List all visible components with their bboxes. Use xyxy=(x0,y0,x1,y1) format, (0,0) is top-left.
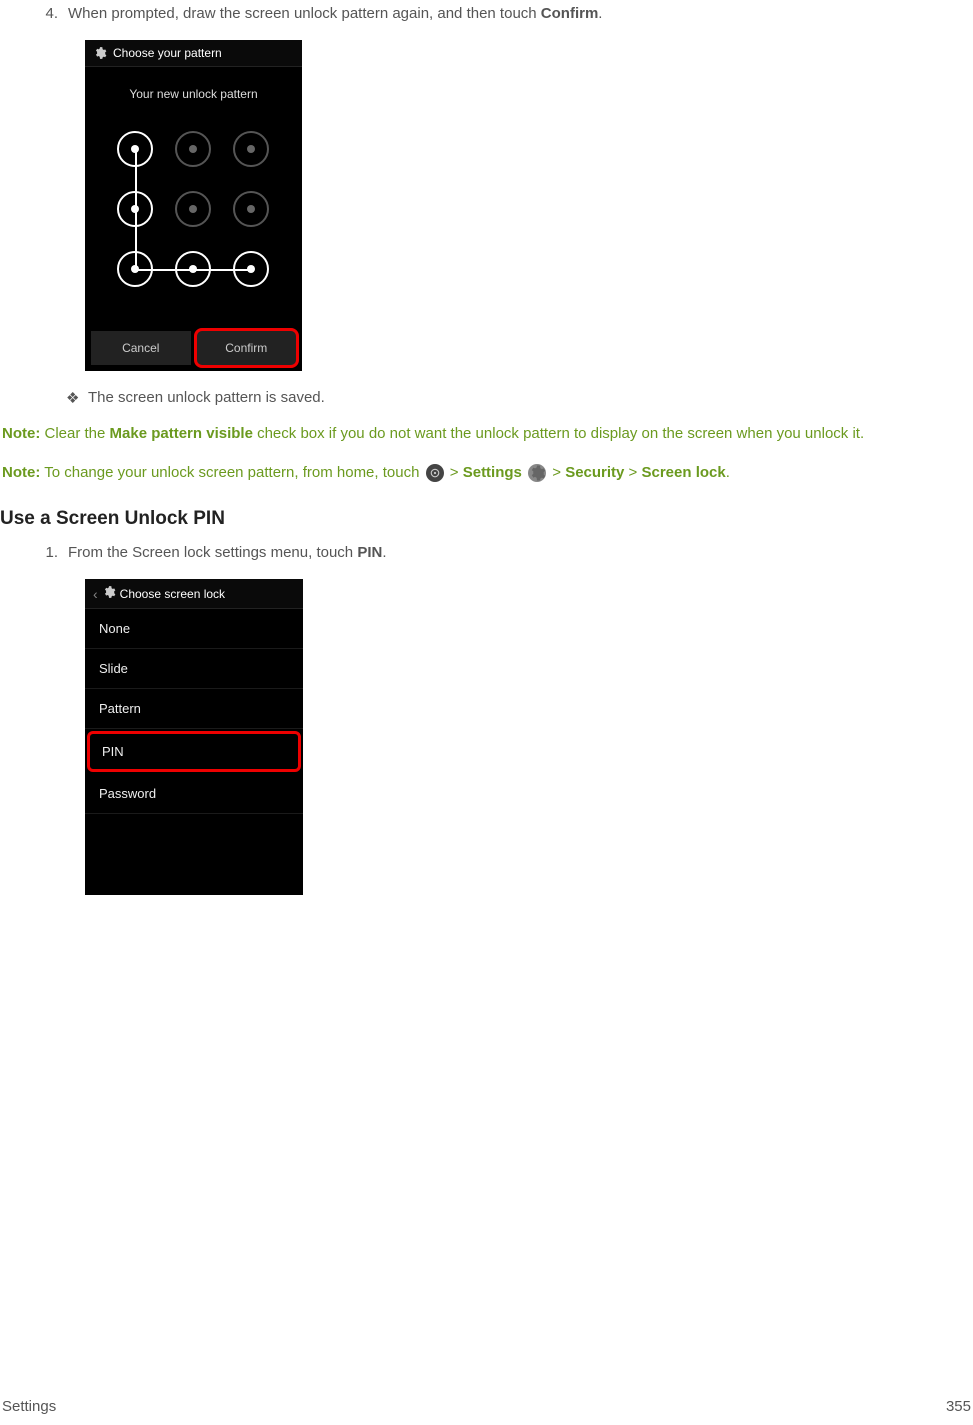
step-number: 1. xyxy=(40,544,68,561)
phone-header: ‹ Choose screen lock xyxy=(85,579,303,609)
settings-icon xyxy=(528,464,546,482)
phone-header-title: Choose your pattern xyxy=(113,46,222,60)
pattern-dot xyxy=(175,131,211,167)
gear-icon xyxy=(102,585,116,602)
note-pattern-visible: Note: Clear the Make pattern visible che… xyxy=(0,423,973,446)
home-icon xyxy=(426,464,444,482)
pattern-dot xyxy=(233,131,269,167)
option-pattern[interactable]: Pattern xyxy=(85,689,303,729)
phone-header: Choose your pattern xyxy=(85,40,302,67)
option-password[interactable]: Password xyxy=(85,774,303,814)
phone-screen-pattern: Choose your pattern Your new unlock patt… xyxy=(85,40,302,371)
pattern-dot xyxy=(175,191,211,227)
phone-header-title: Choose screen lock xyxy=(120,587,225,601)
step-number: 4. xyxy=(40,5,68,22)
pattern-dot xyxy=(175,251,211,287)
pattern-dot xyxy=(117,131,153,167)
section-heading: Use a Screen Unlock PIN xyxy=(0,508,973,530)
option-none[interactable]: None xyxy=(85,609,303,649)
bullet-text: The screen unlock pattern is saved. xyxy=(88,389,325,407)
step-4: 4. When prompted, draw the screen unlock… xyxy=(40,5,973,22)
pattern-dot xyxy=(117,251,153,287)
pattern-grid xyxy=(85,109,302,309)
option-slide[interactable]: Slide xyxy=(85,649,303,689)
pattern-dot xyxy=(117,191,153,227)
step-1: 1. From the Screen lock settings menu, t… xyxy=(40,544,973,561)
footer-section: Settings xyxy=(2,1398,56,1415)
result-bullet: ❖ The screen unlock pattern is saved. xyxy=(66,389,973,407)
pattern-dot xyxy=(233,251,269,287)
screenlock-screenshot: ‹ Choose screen lock None Slide Pattern … xyxy=(85,579,973,895)
page-number: 355 xyxy=(946,1398,971,1415)
page-footer: Settings 355 xyxy=(0,1398,973,1415)
phone-subheader: Your new unlock pattern xyxy=(85,67,302,109)
phone-screen-lock-menu: ‹ Choose screen lock None Slide Pattern … xyxy=(85,579,303,895)
gear-icon xyxy=(93,46,107,60)
pattern-screenshot: Choose your pattern Your new unlock patt… xyxy=(85,40,973,371)
screen-lock-options: None Slide Pattern PIN Password xyxy=(85,609,303,814)
step-text: From the Screen lock settings menu, touc… xyxy=(68,544,973,561)
bullet-icon: ❖ xyxy=(66,389,88,407)
back-icon[interactable]: ‹ xyxy=(93,586,98,602)
confirm-button[interactable]: Confirm xyxy=(194,328,300,368)
note-change-pattern: Note: To change your unlock screen patte… xyxy=(0,462,973,485)
pattern-dot xyxy=(233,191,269,227)
option-pin[interactable]: PIN xyxy=(87,731,301,772)
cancel-button[interactable]: Cancel xyxy=(91,331,191,365)
step-text: When prompted, draw the screen unlock pa… xyxy=(68,5,973,22)
phone-footer: Cancel Confirm xyxy=(85,309,302,371)
